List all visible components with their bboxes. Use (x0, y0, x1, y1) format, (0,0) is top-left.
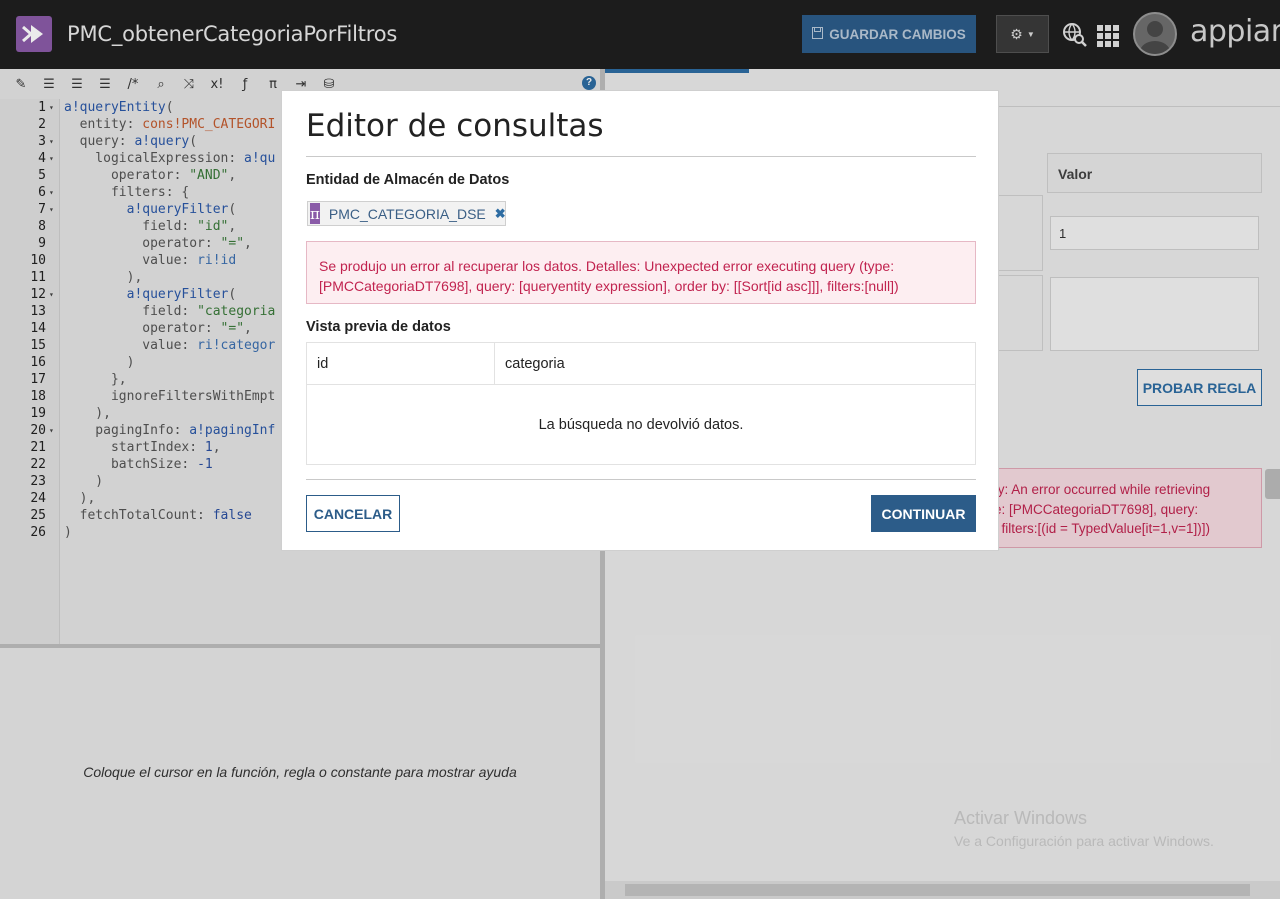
constant-pi-icon: π (310, 203, 320, 224)
error-line: [PMCCategoriaDT7698], query: [queryentit… (319, 278, 899, 294)
entity-label: Entidad de Almacén de Datos (306, 172, 510, 188)
data-preview-table: id categoria La búsqueda no devolvió dat… (306, 342, 976, 465)
query-editor-dialog: Editor de consultas Entidad de Almacén d… (281, 90, 999, 551)
entity-name: PMC_CATEGORIA_DSE (328, 205, 486, 222)
preview-label: Vista previa de datos (306, 319, 451, 335)
entity-chip[interactable]: π PMC_CATEGORIA_DSE ✖ (307, 201, 506, 226)
error-line: Se produjo un error al recuperar los dat… (319, 258, 895, 274)
cancel-button[interactable]: CANCELAR (306, 495, 400, 532)
remove-icon[interactable]: ✖ (495, 206, 506, 222)
column-header-categoria[interactable]: categoria (495, 343, 975, 385)
divider (306, 479, 976, 480)
divider (306, 156, 976, 157)
error-message: Se produjo un error al recuperar los dat… (306, 241, 976, 304)
dialog-title: Editor de consultas (306, 108, 604, 144)
empty-state-message: La búsqueda no devolvió datos. (538, 417, 744, 433)
column-header-id[interactable]: id (307, 343, 495, 385)
continue-button[interactable]: CONTINUAR (871, 495, 976, 532)
